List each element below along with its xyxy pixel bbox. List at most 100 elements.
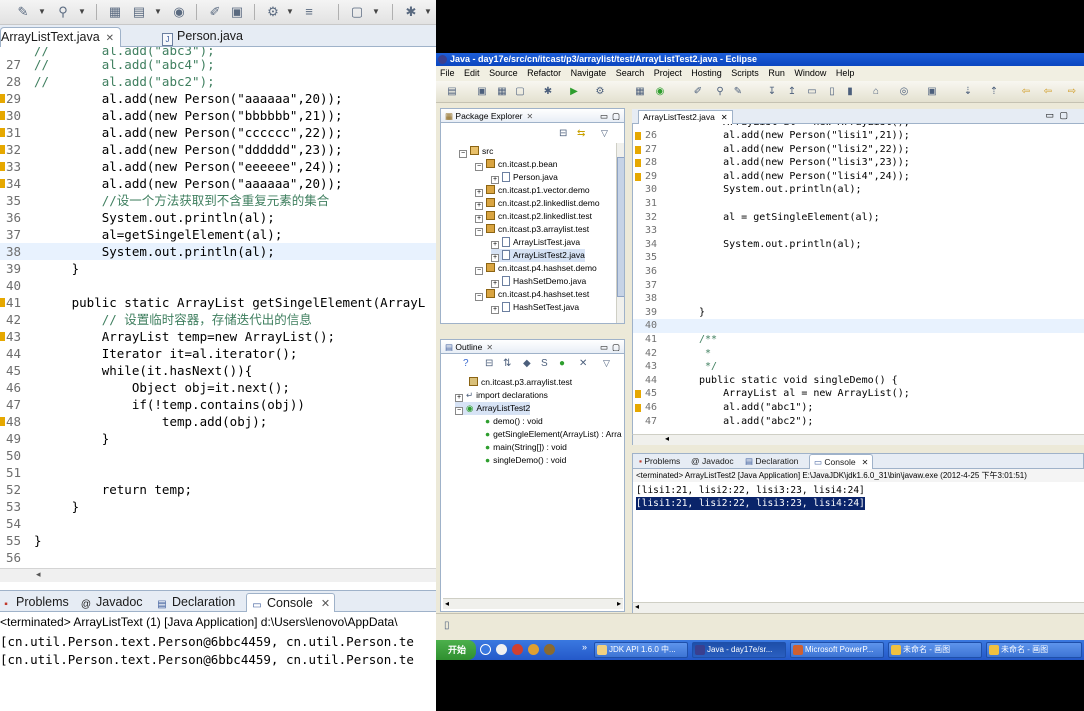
menu-help[interactable]: Help — [836, 68, 855, 78]
more-chevron-icon[interactable]: » — [582, 642, 587, 652]
outline-item-class[interactable]: − ◉ ArrayListTest2 — [455, 402, 531, 415]
close-icon[interactable]: ✕ — [106, 33, 114, 44]
last-edit-icon[interactable]: ⇡ — [988, 86, 1000, 98]
scroll-right-icon[interactable]: ▸ — [617, 599, 621, 609]
hide-fields-icon[interactable]: ◆ — [523, 358, 531, 369]
tree-item-package[interactable]: − cn.itcast.p.bean — [475, 158, 558, 171]
tab-person[interactable]: J Person.java — [158, 27, 249, 47]
tab-console[interactable]: ▭ Console ✕ — [809, 454, 874, 469]
menu-navigate[interactable]: Navigate — [571, 68, 607, 78]
taskbar-button-eclipse[interactable]: Java - day17e/sr... — [692, 642, 786, 658]
taskbar-button-powerpoint[interactable]: Microsoft PowerP... — [790, 642, 884, 658]
outline-item-method[interactable]: ● main(String[]) : void — [485, 441, 567, 454]
menu-edit[interactable]: Edit — [464, 68, 480, 78]
maximize-icon[interactable]: ▢ — [1059, 110, 1068, 121]
maximize-icon[interactable]: ▢ — [612, 340, 620, 354]
scrollbar-thumb[interactable] — [617, 157, 624, 297]
maximize-icon[interactable]: ▢ — [612, 109, 620, 123]
close-icon[interactable]: ✕ — [321, 598, 330, 610]
monitor-icon[interactable]: ▣ — [926, 86, 938, 98]
pen-icon[interactable]: ✎ — [732, 86, 744, 98]
tab-javadoc[interactable]: @ Javadoc — [80, 593, 143, 612]
scroll-left-icon[interactable]: ◂ — [445, 599, 449, 609]
help-icon[interactable]: ? — [463, 358, 469, 369]
globe-icon[interactable]: ◉ — [170, 3, 188, 21]
new-class-icon[interactable]: ▤ — [130, 3, 148, 21]
link-editor-icon[interactable]: ⇆ — [577, 128, 585, 139]
view-menu-icon[interactable]: ▽ — [601, 128, 608, 139]
outline-item-package[interactable]: cn.itcast.p3.arraylist.test — [469, 376, 572, 389]
view-menu-icon[interactable]: ▽ — [603, 358, 610, 369]
scroll-left-icon[interactable]: ◂ — [665, 434, 669, 443]
debug-bug-icon[interactable]: ✱ — [402, 3, 420, 21]
toggle-icon[interactable]: ▭ — [806, 86, 818, 98]
outline-item-method[interactable]: ● singleDemo() : void — [485, 454, 566, 467]
sort-icon[interactable]: ⇅ — [503, 358, 511, 369]
tab-declaration[interactable]: ▤ Declaration — [156, 593, 235, 612]
tree-item-file-selected[interactable]: + ArrayListTest2.java — [491, 249, 585, 262]
monitor-icon[interactable]: ▢ — [348, 3, 366, 21]
close-icon[interactable]: ✕ — [721, 113, 728, 122]
minimize-icon[interactable]: ▭ — [600, 109, 608, 123]
tree-item-package[interactable]: + cn.itcast.p1.vector.demo — [475, 184, 590, 197]
quicklaunch-desktop-icon[interactable] — [496, 644, 507, 655]
block-icon[interactable]: ▯ — [826, 86, 838, 98]
package-explorer-tree[interactable]: ⊟ ⇆ ▽ − src − cn.itcast.p.bean + Person.jav… — [440, 123, 625, 324]
console-output[interactable]: [lisi1:21, lisi2:22, lisi3:23, lisi4:24]… — [632, 482, 1084, 602]
menu-source[interactable]: Source — [489, 68, 518, 78]
menu-search[interactable]: Search — [616, 68, 645, 78]
tab-arraylisttest2[interactable]: ArrayListTest2.java ✕ — [638, 110, 733, 124]
hide-nonpublic-icon[interactable]: ● — [559, 358, 565, 369]
pin-icon[interactable]: ▮ — [844, 86, 856, 98]
code-editor[interactable]: ArrayList al = new ArrayList(); 26 al.ad… — [632, 124, 1084, 434]
dropdown-arrow-icon[interactable]: ▼ — [78, 3, 86, 21]
forward-icon[interactable]: ⇦ — [1042, 86, 1054, 98]
tree-item-package[interactable]: − cn.itcast.p4.hashset.demo — [475, 262, 597, 275]
pin-icon[interactable]: ✐ — [206, 3, 224, 21]
quicklaunch-ie-icon[interactable] — [480, 644, 491, 655]
close-icon[interactable]: ✕ — [862, 458, 869, 467]
run-config-icon[interactable]: ✎ — [14, 3, 32, 21]
new-package-icon[interactable]: ▦ — [634, 86, 646, 98]
collapse-all-icon[interactable]: ⊟ — [485, 358, 493, 369]
taskbar-button-jdk-api[interactable]: JDK API 1.6.0 中... — [594, 642, 688, 658]
dropdown-arrow-icon[interactable]: ▼ — [286, 3, 294, 21]
scroll-left-icon[interactable]: ◂ — [36, 569, 41, 580]
next-annotation-icon[interactable]: ↧ — [766, 86, 778, 98]
dropdown-arrow-icon[interactable]: ▼ — [38, 3, 46, 21]
menu-project[interactable]: Project — [654, 68, 682, 78]
tab-problems[interactable]: ▪ Problems — [0, 593, 69, 612]
hide-local-types-icon[interactable]: ✕ — [579, 358, 587, 369]
outline-item-method[interactable]: ● demo() : void — [485, 415, 543, 428]
close-icon[interactable]: ✕ — [527, 112, 534, 121]
globe-icon[interactable]: ◎ — [898, 86, 910, 98]
tree-item-package[interactable]: − cn.itcast.p4.hashset.test — [475, 288, 589, 301]
tree-item-file[interactable]: + Person.java — [491, 171, 558, 184]
outline-item-imports[interactable]: + ↵ import declarations — [455, 389, 548, 402]
new-icon[interactable]: ▤ — [446, 86, 458, 98]
tab-arraylisttext[interactable]: ArrayListText.java ✕ — [0, 27, 122, 47]
code-editor[interactable]: // al.add("abc3"); 27// al.add("abc4"); … — [0, 47, 436, 568]
tree-item-file[interactable]: + HashSetDemo.java — [491, 275, 586, 288]
tree-item-package[interactable]: + cn.itcast.p2.linkedlist.demo — [475, 197, 600, 210]
format-icon[interactable]: ≡ — [300, 3, 318, 21]
open-file-icon[interactable]: ▣ — [228, 3, 246, 21]
taskbar-button-paint[interactable]: 未命名 - 画图 — [986, 642, 1082, 658]
search-icon[interactable]: ⚲ — [54, 3, 72, 21]
menu-window[interactable]: Window — [794, 68, 826, 78]
console-horizontal-scrollbar[interactable]: ◂ — [632, 602, 1084, 613]
start-button[interactable]: 开始 — [436, 640, 476, 660]
menu-refactor[interactable]: Refactor — [527, 68, 561, 78]
dropdown-arrow-icon[interactable]: ▼ — [154, 3, 162, 21]
fast-view-icon[interactable]: ▯ — [444, 620, 450, 631]
save-icon[interactable]: ▣ — [476, 86, 488, 98]
taskbar-button-paint[interactable]: 未命名 - 画图 — [888, 642, 982, 658]
new-class-icon[interactable]: ◉ — [654, 86, 666, 98]
close-icon[interactable]: ✕ — [486, 343, 493, 352]
minimize-icon[interactable]: ▭ — [600, 340, 608, 354]
vertical-scrollbar[interactable] — [616, 143, 624, 323]
tree-item-file[interactable]: + ArrayListTest.java — [491, 236, 580, 249]
hide-static-icon[interactable]: S — [541, 358, 548, 369]
tree-item-package[interactable]: − cn.itcast.p3.arraylist.test — [475, 223, 589, 236]
dropdown-arrow-icon[interactable]: ▼ — [424, 3, 432, 21]
